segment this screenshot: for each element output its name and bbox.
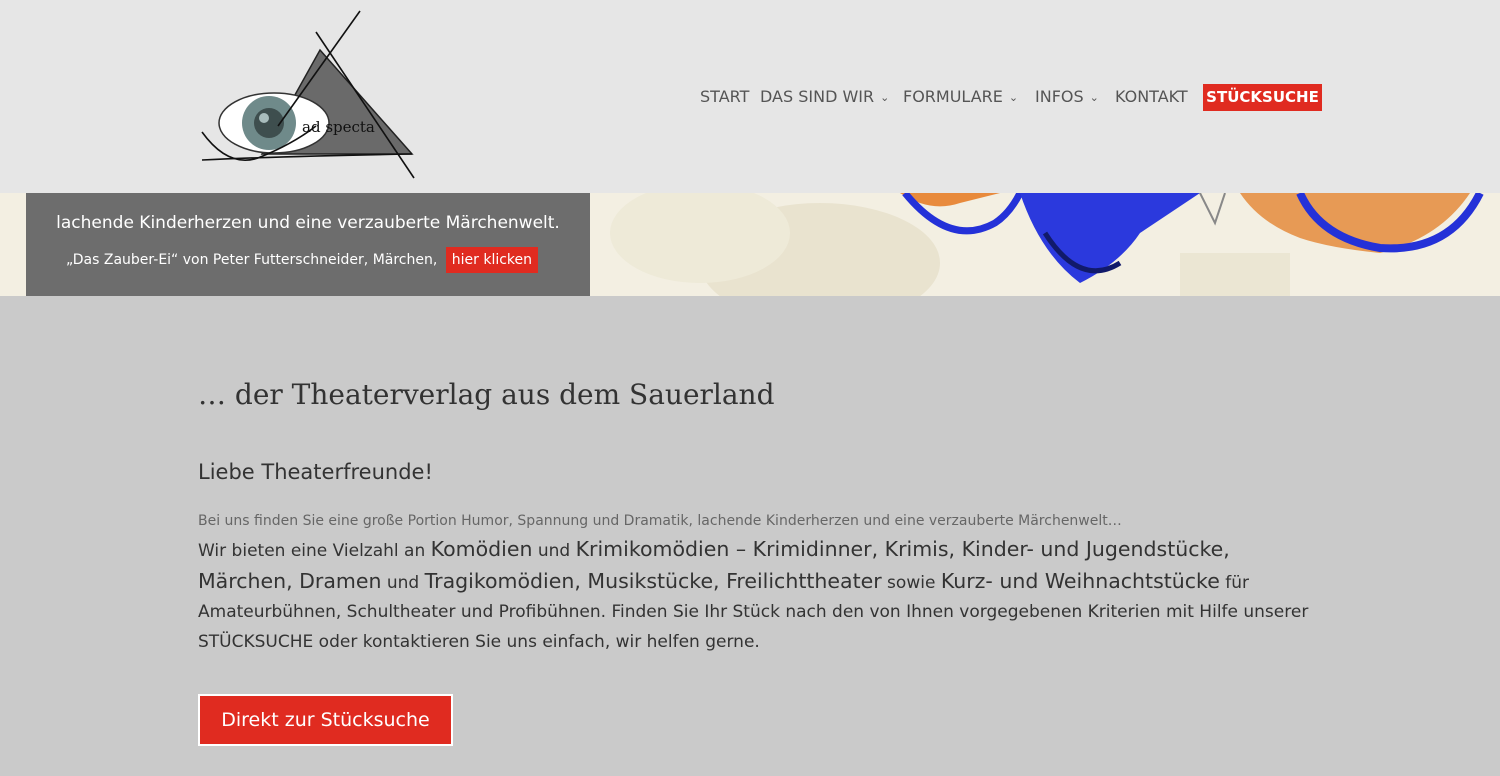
body-highlight: Komödien	[430, 537, 533, 561]
chevron-down-icon: ⌄	[1089, 91, 1099, 104]
intro-text: Bei uns finden Sie eine große Portion Hu…	[198, 513, 1122, 529]
nav-kontakt[interactable]: KONTAKT	[1115, 86, 1188, 108]
nav-formulare[interactable]: FORMULARE ⌄	[903, 86, 1018, 108]
logo-text: ad specta	[302, 118, 375, 136]
page-tagline: … der Theaterverlag aus dem Sauerland	[198, 378, 775, 411]
nav-infos[interactable]: INFOS ⌄	[1035, 86, 1099, 108]
body-text-part: und	[381, 572, 425, 593]
nav-start[interactable]: START	[700, 86, 749, 108]
nav-stuecksuche-button[interactable]: STÜCKSUCHE	[1203, 84, 1322, 111]
nav-start-label: START	[700, 87, 750, 106]
banner-textbox: lachende Kinderherzen und eine verzauber…	[26, 193, 590, 296]
nav-das-sind-wir-label: DAS SIND WIR	[760, 87, 875, 106]
chevron-down-icon: ⌄	[880, 91, 890, 104]
hero-banner: lachende Kinderherzen und eine verzauber…	[0, 193, 1500, 296]
nav-formulare-label: FORMULARE	[903, 87, 1003, 106]
body-text-part: sowie	[881, 572, 941, 593]
body-paragraph: Wir bieten eine Vielzahl an Komödien und…	[198, 535, 1313, 657]
nav-kontakt-label: KONTAKT	[1115, 87, 1188, 106]
nav-das-sind-wir[interactable]: DAS SIND WIR ⌄	[760, 86, 889, 108]
hier-klicken-link[interactable]: hier klicken	[445, 247, 539, 273]
greeting-heading: Liebe Theaterfreunde!	[198, 460, 433, 484]
nav-infos-label: INFOS	[1035, 87, 1084, 106]
direkt-zur-stuecksuche-button[interactable]: Direkt zur Stücksuche	[198, 694, 453, 746]
site-header: ad specta START DAS SIND WIR ⌄ FORMULARE ⌄…	[0, 0, 1500, 193]
banner-subline: „Das Zauber-Ei“ von Peter Futterschneide…	[66, 247, 539, 273]
body-text-part: Wir bieten eine Vielzahl an	[198, 541, 431, 561]
body-highlight: Tragikomödien, Musikstücke, Freilichtthe…	[424, 568, 882, 593]
nav-stuecksuche-label: STÜCKSUCHE	[1206, 88, 1319, 106]
banner-headline: lachende Kinderherzen und eine verzauber…	[56, 213, 560, 233]
body-highlight: Kurz- und Weihnachtstücke	[940, 568, 1220, 593]
adspecta-logo[interactable]: ad specta	[198, 8, 420, 182]
banner-subline-text: „Das Zauber-Ei“ von Peter Futterschneide…	[66, 252, 438, 268]
body-text-part: und	[532, 541, 576, 561]
chevron-down-icon: ⌄	[1008, 91, 1019, 104]
